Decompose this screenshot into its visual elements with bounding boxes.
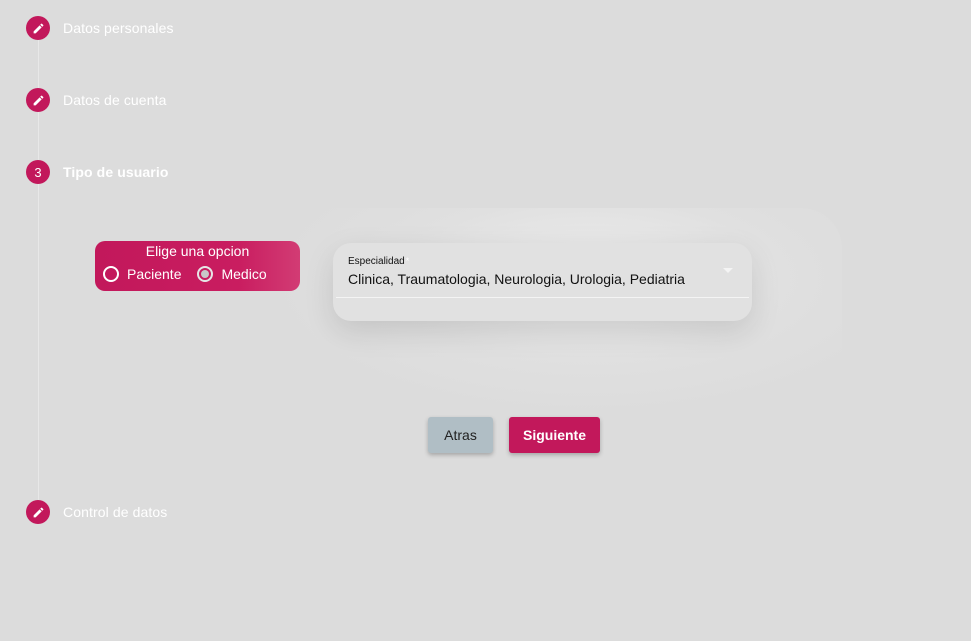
pencil-icon — [33, 507, 43, 517]
speciality-label: Especialidad* — [348, 256, 409, 267]
speciality-value: Clinica, Traumatologia, Neurologia, Urol… — [348, 271, 685, 287]
step-label: Datos personales — [63, 20, 174, 36]
step-datos-personales[interactable]: Datos personales — [26, 16, 174, 40]
dropdown-arrow-icon[interactable] — [723, 268, 733, 273]
step-edit-indicator — [26, 500, 50, 524]
step-datos-de-cuenta[interactable]: Datos de cuenta — [26, 88, 166, 112]
stepper-line — [38, 184, 39, 500]
step-label: Datos de cuenta — [63, 92, 167, 108]
step-label: Tipo de usuario — [63, 164, 169, 180]
radio-paciente[interactable]: Paciente — [103, 266, 181, 282]
stepper-line — [38, 40, 39, 88]
required-mark: * — [405, 256, 410, 266]
radio-label: Paciente — [127, 266, 182, 282]
step-number: 3 — [26, 160, 50, 184]
radio-button-checked[interactable] — [197, 266, 214, 282]
step-edit-indicator — [26, 88, 50, 112]
step-label: Control de datos — [63, 504, 168, 520]
back-button[interactable]: Atras — [428, 417, 493, 453]
radio-button-unchecked[interactable] — [103, 266, 119, 282]
pencil-icon — [33, 23, 43, 33]
speciality-label-text: Especialidad — [348, 256, 405, 267]
user-type-radio-group: Paciente Medico — [103, 266, 283, 282]
speciality-card: Especialidad* Clinica, Traumatologia, Ne… — [333, 243, 752, 321]
step-control-de-datos[interactable]: Control de datos — [26, 500, 167, 524]
pencil-icon — [33, 95, 43, 105]
user-type-card: Elige una opcion Paciente Medico — [95, 241, 300, 291]
next-button[interactable]: Siguiente — [509, 417, 600, 453]
step-tipo-de-usuario[interactable]: 3 Tipo de usuario — [26, 160, 168, 184]
user-type-title: Elige una opcion — [145, 243, 250, 259]
stepper-line — [38, 112, 39, 160]
radio-label: Medico — [221, 266, 267, 282]
speciality-select[interactable]: Especialidad* Clinica, Traumatologia, Ne… — [336, 243, 749, 298]
radio-medico[interactable]: Medico — [197, 266, 267, 282]
step-edit-indicator — [26, 16, 50, 40]
